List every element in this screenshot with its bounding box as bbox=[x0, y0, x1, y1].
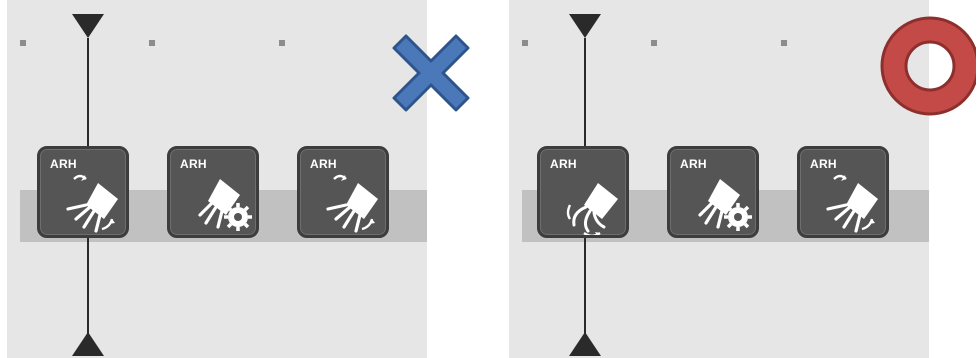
clip-arh[interactable]: ARH bbox=[167, 146, 259, 238]
grid-dot bbox=[279, 40, 285, 46]
robot-hand-grab-rotate-icon bbox=[826, 173, 880, 233]
clip-arh[interactable]: ARH bbox=[297, 146, 389, 238]
grid-dot bbox=[781, 40, 787, 46]
timeline-panel-left: ARH ARH ARH bbox=[7, 0, 427, 358]
cross-mark-icon bbox=[392, 34, 470, 112]
playhead-bottom-handle[interactable] bbox=[569, 332, 601, 356]
timeline-panel-right: ARH ARH ARH bbox=[509, 0, 929, 358]
clip-arh[interactable]: ARH bbox=[537, 146, 629, 238]
playhead-bottom-handle[interactable] bbox=[72, 332, 104, 356]
clip-arh[interactable]: ARH bbox=[797, 146, 889, 238]
clip-arh[interactable]: ARH bbox=[667, 146, 759, 238]
playhead-top-handle[interactable] bbox=[569, 14, 601, 38]
grid-dot bbox=[522, 40, 528, 46]
grid-dot bbox=[651, 40, 657, 46]
robot-hand-release-rotate-icon bbox=[566, 181, 620, 235]
grid-dot bbox=[149, 40, 155, 46]
robot-hand-settings-icon bbox=[198, 177, 254, 233]
grid-dot bbox=[20, 40, 26, 46]
robot-hand-grab-rotate-icon bbox=[326, 173, 380, 233]
robot-hand-grab-rotate-icon bbox=[66, 173, 120, 233]
robot-hand-settings-icon bbox=[698, 177, 754, 233]
clip-arh[interactable]: ARH bbox=[37, 146, 129, 238]
playhead-top-handle[interactable] bbox=[72, 14, 104, 38]
circle-mark-icon bbox=[880, 16, 976, 116]
